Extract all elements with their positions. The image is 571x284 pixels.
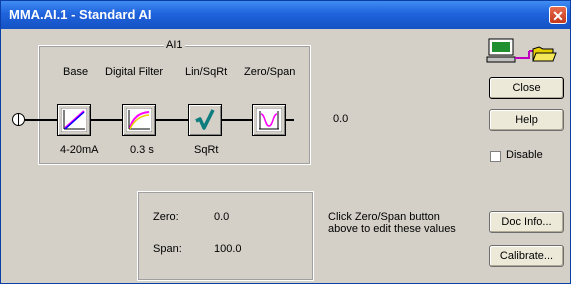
signal-line xyxy=(286,119,294,121)
zero-span-icon xyxy=(256,108,282,132)
base-value: 4-20mA xyxy=(60,144,99,156)
digital-filter-button[interactable] xyxy=(122,104,156,136)
output-value: 0.0 xyxy=(333,113,349,125)
help-button[interactable]: Help xyxy=(489,109,564,131)
sqrt-icon xyxy=(192,108,218,132)
span-value: 100.0 xyxy=(214,243,242,255)
signal-line xyxy=(25,119,57,121)
signal-line xyxy=(156,119,188,121)
header-base: Base xyxy=(63,66,89,78)
base-function-button[interactable] xyxy=(57,104,91,136)
hint-line-2: above to edit these values xyxy=(328,223,456,235)
signal-line xyxy=(221,119,252,121)
header-zero-span: Zero/Span xyxy=(244,66,296,78)
input-connector-bar xyxy=(18,113,19,126)
title-bar: MMA.AI.1 - Standard AI ✕ xyxy=(1,1,570,29)
span-label: Span: xyxy=(153,243,182,255)
disable-label: Disable xyxy=(506,149,543,161)
doc-info-button[interactable]: Doc Info... xyxy=(489,211,564,233)
signal-line xyxy=(91,119,122,121)
zero-label: Zero: xyxy=(153,211,179,223)
header-digital-filter: Digital Filter xyxy=(105,66,164,78)
lin-sqrt-button[interactable] xyxy=(188,104,222,136)
zero-span-button[interactable] xyxy=(252,104,286,136)
computer-folder-icon xyxy=(485,37,557,67)
close-button[interactable]: Close xyxy=(489,77,564,99)
hint-line-1: Click Zero/Span button xyxy=(328,211,440,223)
window-title: MMA.AI.1 - Standard AI xyxy=(9,7,152,22)
ramp-graph-icon xyxy=(61,108,87,132)
block-name-label: AI1 xyxy=(164,39,185,51)
calibrate-button[interactable]: Calibrate... xyxy=(489,245,564,267)
dialog-client-area: AI1 Base Digital Filter Lin/SqRt Zero/Sp… xyxy=(1,29,570,283)
digital-filter-value: 0.3 s xyxy=(130,144,154,156)
zero-value: 0.0 xyxy=(214,211,230,223)
lin-sqrt-value: SqRt xyxy=(194,144,219,156)
dialog-window: MMA.AI.1 - Standard AI ✕ AI1 Base Digita… xyxy=(0,0,571,284)
header-lin-sqrt: Lin/SqRt xyxy=(185,66,228,78)
disable-checkbox[interactable] xyxy=(490,151,501,162)
filter-curve-icon xyxy=(126,108,152,132)
zero-span-panel xyxy=(137,191,314,281)
window-close-button[interactable]: ✕ xyxy=(549,6,567,24)
